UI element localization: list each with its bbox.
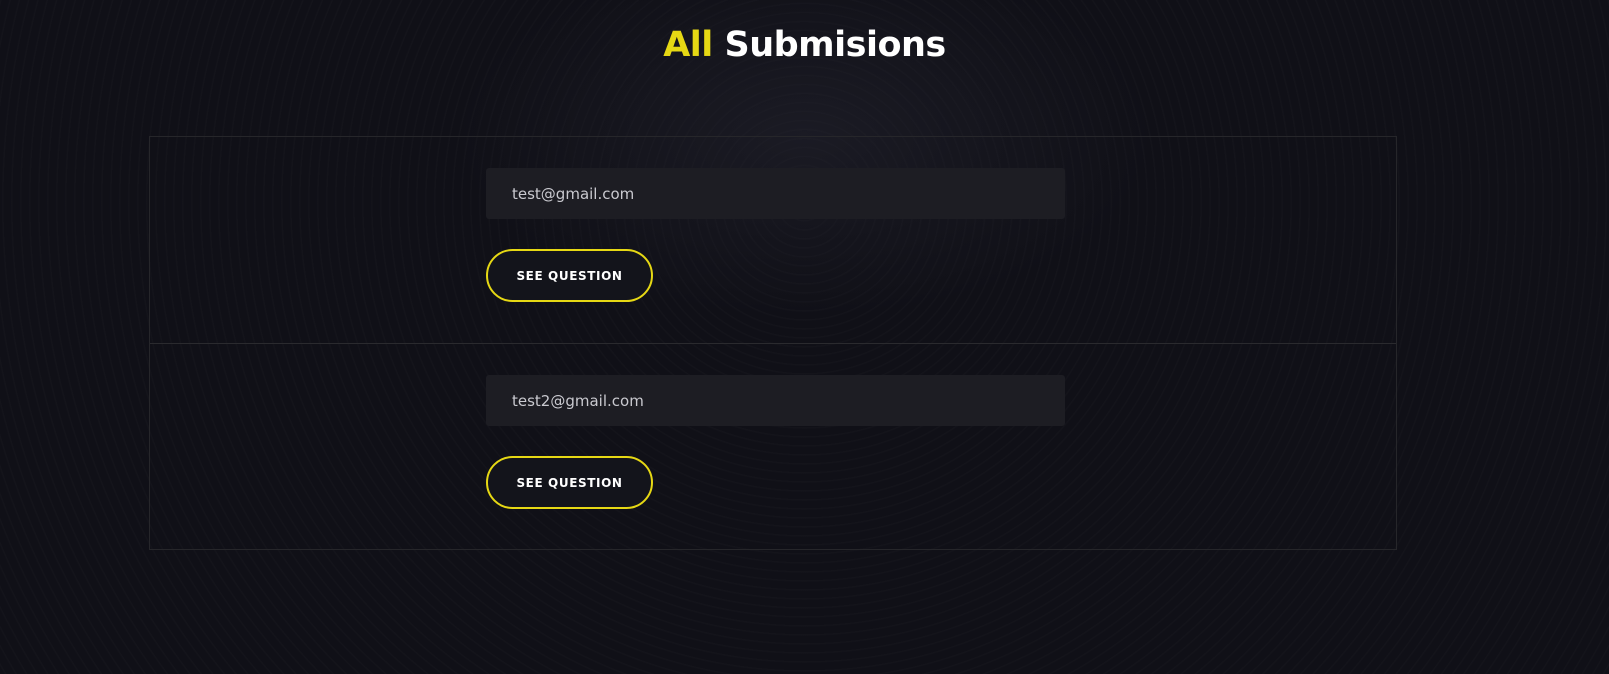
submission-row: test@gmail.com SEE QUESTION	[150, 137, 1396, 343]
submission-email-field: test2@gmail.com	[486, 375, 1065, 426]
page-title-main: Submisions	[724, 25, 947, 65]
submission-email-field: test@gmail.com	[486, 168, 1065, 219]
see-question-button[interactable]: SEE QUESTION	[486, 249, 653, 302]
page-title-accent: All	[663, 25, 713, 65]
submissions-panel: test@gmail.com SEE QUESTION test2@gmail.…	[149, 136, 1397, 550]
page-title: All Submisions	[0, 21, 1609, 69]
submission-row: test2@gmail.com SEE QUESTION	[150, 343, 1396, 549]
see-question-button[interactable]: SEE QUESTION	[486, 456, 653, 509]
